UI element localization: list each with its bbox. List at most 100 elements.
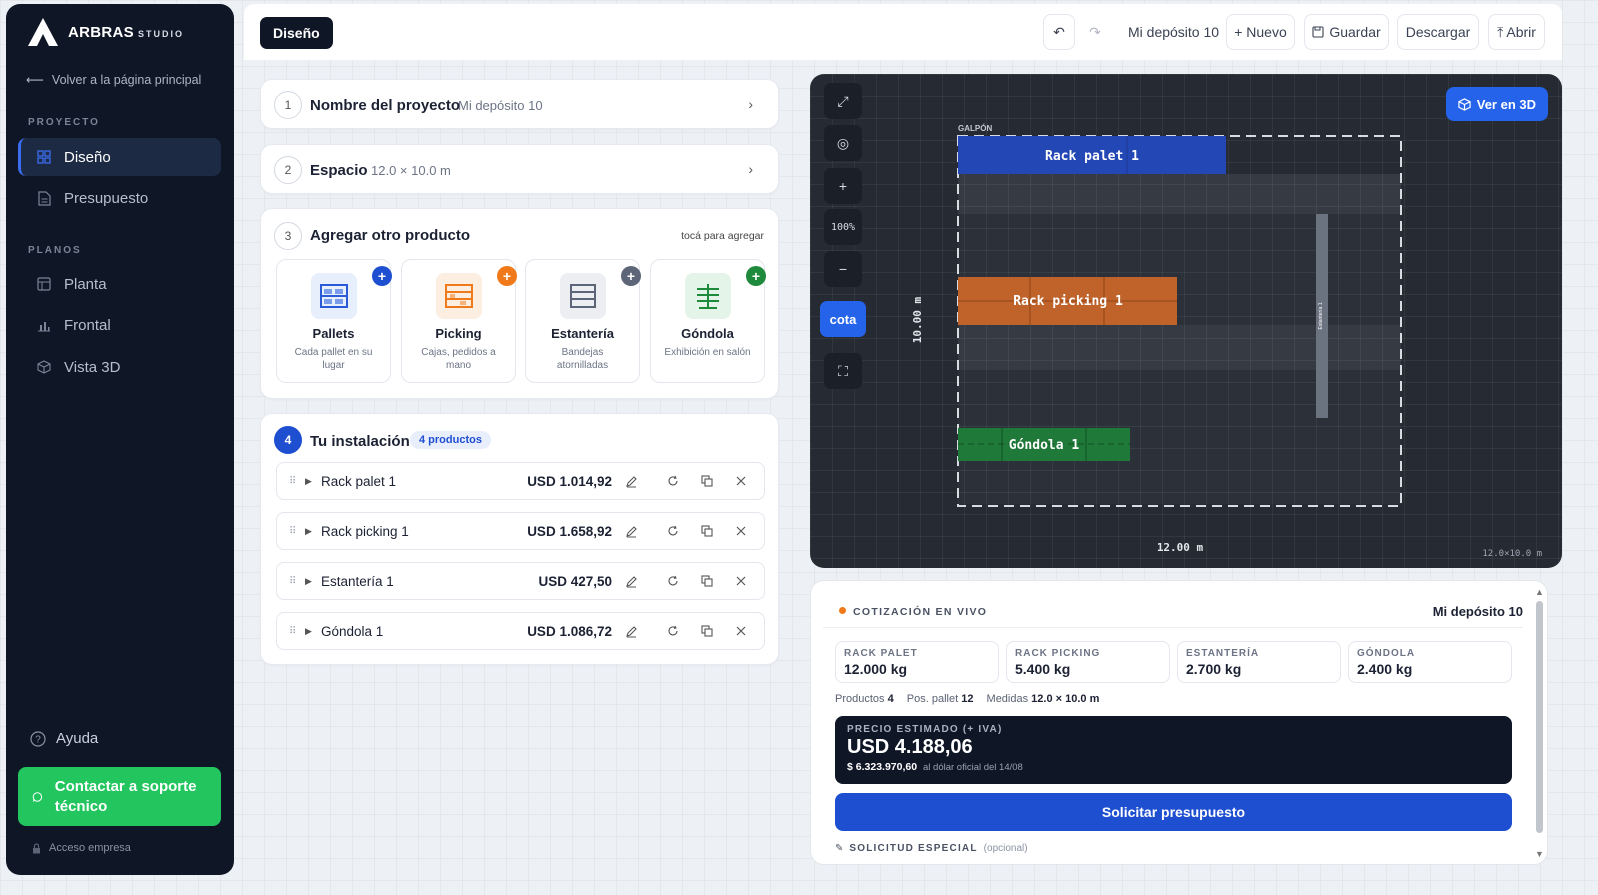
installation-row[interactable]: ⠿ ▶ Estantería 1 USD 427,50 bbox=[276, 562, 765, 600]
product-card-estanteria[interactable]: + Estantería Bandejas atornilladas bbox=[525, 259, 641, 383]
product-name: Góndola bbox=[681, 326, 734, 341]
scroll-down-icon[interactable]: ▼ bbox=[1535, 849, 1544, 859]
product-card-gondola[interactable]: + Góndola Exhibición en salón bbox=[650, 259, 766, 383]
sidebar-item-frontal[interactable]: Frontal bbox=[18, 306, 221, 344]
rotate-icon[interactable] bbox=[664, 472, 682, 490]
help-link[interactable]: ? Ayuda bbox=[30, 730, 98, 747]
add-hint: tocá para agregar bbox=[681, 230, 764, 242]
product-count-badge: 4 productos bbox=[410, 431, 491, 449]
undo-button[interactable]: ↶ bbox=[1043, 14, 1075, 50]
duplicate-icon[interactable] bbox=[698, 622, 716, 640]
sidebar-item-label: Planta bbox=[64, 275, 107, 293]
back-label: Volver a la página principal bbox=[51, 72, 202, 87]
rotate-icon[interactable] bbox=[664, 622, 682, 640]
expand-icon[interactable]: ▶ bbox=[305, 626, 312, 637]
download-button[interactable]: Descargar bbox=[1397, 14, 1479, 50]
add-icon: + bbox=[746, 266, 766, 286]
tab-diseno[interactable]: Diseño bbox=[260, 17, 333, 49]
save-icon bbox=[1312, 26, 1324, 38]
drag-handle-icon[interactable]: ⠿ bbox=[289, 476, 296, 487]
duplicate-icon[interactable] bbox=[698, 472, 716, 490]
scroll-thumb[interactable] bbox=[1536, 601, 1543, 833]
clearance-zone bbox=[958, 325, 1401, 370]
expand-icon[interactable]: ▶ bbox=[305, 526, 312, 537]
step-project-name[interactable]: 1 Nombre del proyecto Mi depósito 10 › bbox=[260, 79, 779, 129]
gondola-label: Góndola 1 bbox=[1009, 438, 1080, 453]
step-number: 3 bbox=[274, 222, 302, 250]
rotate-icon[interactable] bbox=[664, 522, 682, 540]
rack-picking-label: Rack picking 1 bbox=[1013, 294, 1123, 309]
redo-button[interactable]: ↷ bbox=[1079, 14, 1111, 50]
sidebar-item-vista-3d[interactable]: Vista 3D bbox=[18, 348, 221, 386]
request-quote-button[interactable]: Solicitar presupuesto bbox=[835, 793, 1512, 831]
special-request-toggle[interactable]: ✎ SOLICITUD ESPECIAL (opcional) bbox=[835, 843, 1028, 854]
sidebar-item-planta[interactable]: Planta bbox=[18, 265, 221, 303]
undo-icon: ↶ bbox=[1053, 23, 1065, 40]
live-quote-panel: COTIZACIÓN EN VIVO Mi depósito 10 RACK P… bbox=[810, 580, 1548, 865]
measures-label: Medidas bbox=[986, 693, 1029, 705]
product-name: Pallets bbox=[312, 326, 355, 341]
edit-icon[interactable] bbox=[622, 622, 640, 640]
item-price: USD 1.086,72 bbox=[527, 623, 612, 639]
duplicate-icon[interactable] bbox=[698, 522, 716, 540]
step-number: 1 bbox=[274, 91, 302, 119]
section-label-project: PROYECTO bbox=[28, 117, 100, 128]
installation-row[interactable]: ⠿ ▶ Rack palet 1 USD 1.014,92 bbox=[276, 462, 765, 500]
divider bbox=[823, 627, 1523, 628]
width-dimension: 12.00 m bbox=[1157, 541, 1204, 554]
kpi-label: RACK PALET bbox=[844, 648, 918, 659]
edit-icon[interactable] bbox=[622, 572, 640, 590]
floor-plan: GALPÓN Rack palet 1 Rack picking 1 Góndo… bbox=[911, 124, 1542, 559]
kpi-label: ESTANTERÍA bbox=[1186, 648, 1260, 659]
plan-canvas[interactable]: ⤢ ◎ + 100% − cota ⛶ Ver en 3D GALPÓN Rac… bbox=[810, 74, 1562, 568]
open-button[interactable]: ⤒ Abrir bbox=[1488, 14, 1545, 50]
product-name: Picking bbox=[435, 326, 482, 341]
contact-support-button[interactable]: Contactar a soporte técnico bbox=[18, 767, 221, 826]
item-price: USD 1.658,92 bbox=[527, 523, 612, 539]
estimated-price-box: PRECIO ESTIMADO (+ IVA) USD 4.188,06 $ 6… bbox=[835, 716, 1512, 784]
sidebar-item-presupuesto[interactable]: Presupuesto bbox=[18, 179, 221, 217]
step-space[interactable]: 2 Espacio 12.0 × 10.0 m › bbox=[260, 144, 779, 194]
scrollbar[interactable]: ▲ ▼ bbox=[1535, 587, 1545, 861]
chevron-right-icon: › bbox=[748, 96, 753, 112]
expand-icon[interactable]: ▶ bbox=[305, 576, 312, 587]
remove-icon[interactable] bbox=[732, 472, 750, 490]
sidebar-item-label: Diseño bbox=[64, 148, 111, 166]
duplicate-icon[interactable] bbox=[698, 572, 716, 590]
remove-icon[interactable] bbox=[732, 572, 750, 590]
brand-logo[interactable]: ARBRAS STUDIO bbox=[26, 16, 184, 48]
lock-icon bbox=[33, 842, 40, 853]
edit-icon[interactable] bbox=[622, 472, 640, 490]
remove-icon[interactable] bbox=[732, 522, 750, 540]
ars-note: al dólar oficial del 14/08 bbox=[923, 762, 1023, 773]
rotate-icon[interactable] bbox=[664, 572, 682, 590]
add-icon: + bbox=[497, 266, 517, 286]
sidebar-item-diseno[interactable]: Diseño bbox=[18, 138, 221, 176]
remove-icon[interactable] bbox=[732, 622, 750, 640]
drag-handle-icon[interactable]: ⠿ bbox=[289, 526, 296, 537]
installation-row[interactable]: ⠿ ▶ Góndola 1 USD 1.086,72 bbox=[276, 612, 765, 650]
expand-icon[interactable]: ▶ bbox=[305, 476, 312, 487]
question-circle-icon: ? bbox=[30, 730, 46, 747]
product-card-picking[interactable]: + Picking Cajas, pedidos a mano bbox=[401, 259, 517, 383]
clearance-zone bbox=[958, 174, 1401, 214]
save-button[interactable]: Guardar bbox=[1304, 14, 1389, 50]
ars-value: $ 6.323.970,60 bbox=[847, 761, 918, 773]
edit-icon[interactable] bbox=[622, 522, 640, 540]
installation-row[interactable]: ⠿ ▶ Rack picking 1 USD 1.658,92 bbox=[276, 512, 765, 550]
pallet-label: Pos. pallet bbox=[906, 693, 959, 705]
quote-project: Mi depósito 10 bbox=[1432, 604, 1523, 619]
scroll-up-icon[interactable]: ▲ bbox=[1535, 587, 1544, 597]
back-link[interactable]: ⟵ Volver a la página principal bbox=[26, 72, 202, 88]
drag-handle-icon[interactable]: ⠿ bbox=[289, 626, 296, 637]
new-button[interactable]: + Nuevo bbox=[1226, 14, 1295, 50]
product-desc: Cada pallet en su lugar bbox=[294, 347, 373, 371]
drag-handle-icon[interactable]: ⠿ bbox=[289, 576, 296, 587]
company-access-link[interactable]: Acceso empresa bbox=[32, 842, 131, 854]
product-card-pallets[interactable]: + Pallets Cada pallet en su lugar bbox=[276, 259, 392, 383]
kpi-value: 5.400 kg bbox=[1015, 661, 1071, 677]
kpi-value: 2.400 kg bbox=[1357, 661, 1413, 677]
kpi-rack-picking: RACK PICKING 5.400 kg bbox=[1006, 641, 1170, 683]
add-icon: + bbox=[621, 266, 641, 286]
picking-rack-icon bbox=[436, 273, 482, 319]
